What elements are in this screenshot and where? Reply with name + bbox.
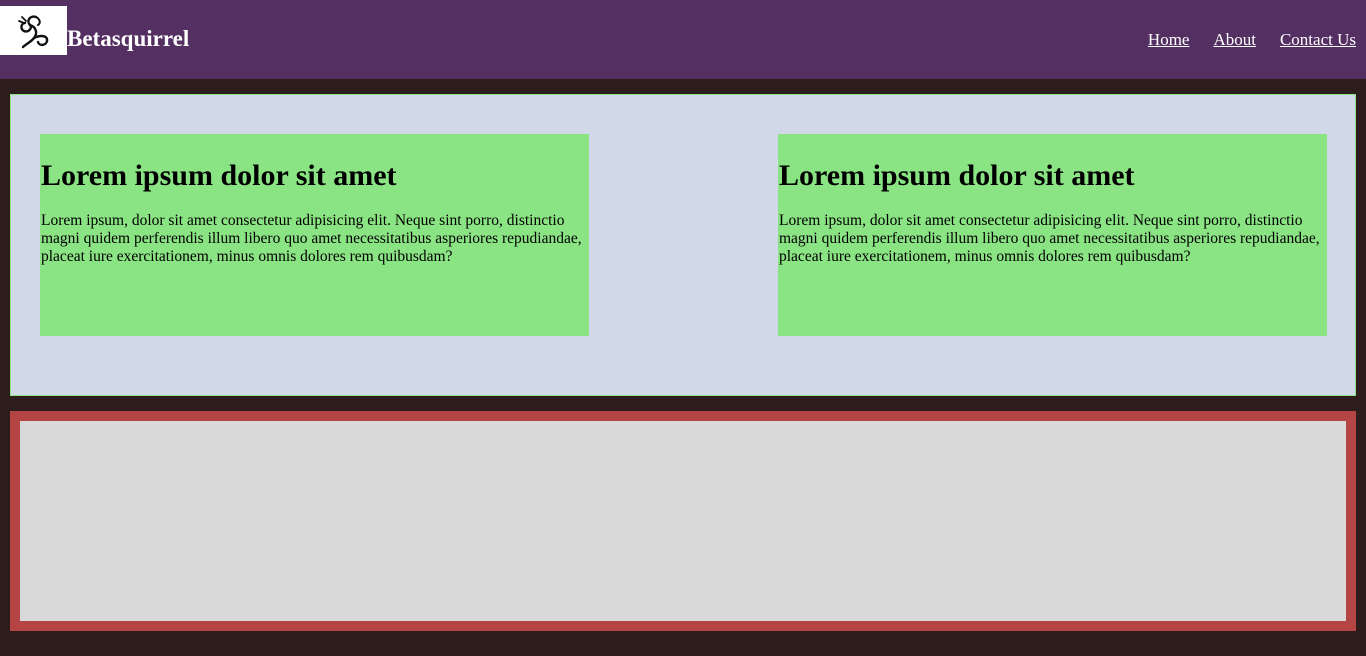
content-card-left: Lorem ipsum dolor sit amet Lorem ipsum, … (40, 134, 589, 336)
nav-link-about[interactable]: About (1213, 30, 1256, 50)
brand-name[interactable]: Betasquirrel (67, 25, 189, 53)
nav-link-home[interactable]: Home (1148, 30, 1190, 50)
site-header: Betasquirrel Home About Contact Us (0, 0, 1366, 79)
main-nav: Home About Contact Us (1148, 30, 1356, 50)
card-text: Lorem ipsum, dolor sit amet consectetur … (779, 212, 1320, 265)
card-title: Lorem ipsum dolor sit amet (41, 159, 397, 192)
squirrel-logo-icon (17, 14, 48, 48)
nav-link-contact-us[interactable]: Contact Us (1280, 30, 1356, 50)
card-title: Lorem ipsum dolor sit amet (779, 159, 1135, 192)
content-card-right: Lorem ipsum dolor sit amet Lorem ipsum, … (778, 134, 1327, 336)
footer-placeholder (20, 421, 1346, 621)
footer-frame (10, 411, 1356, 631)
logo[interactable] (0, 6, 67, 55)
content-panel: Lorem ipsum dolor sit amet Lorem ipsum, … (10, 94, 1356, 396)
card-text: Lorem ipsum, dolor sit amet consectetur … (41, 212, 582, 265)
